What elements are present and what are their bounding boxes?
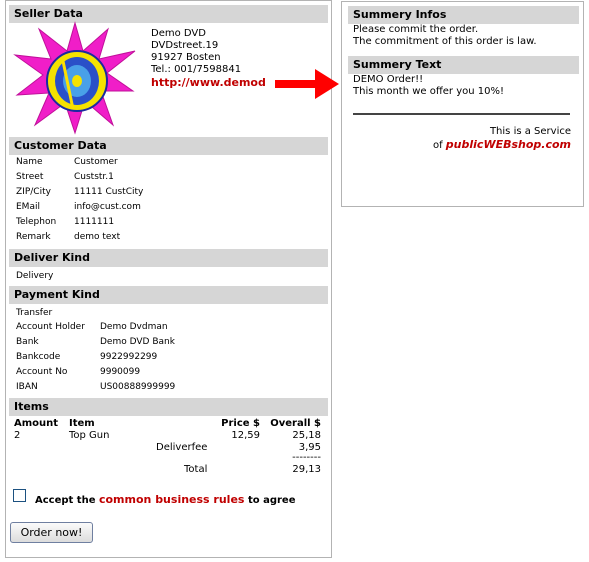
order-now-button[interactable]: Order now! <box>10 522 93 543</box>
customer-label: Telephon <box>16 217 57 227</box>
payment-value: US00888999999 <box>100 382 176 392</box>
seller-website-link[interactable]: http://www.demod <box>151 76 266 89</box>
payment-label: Bank <box>16 337 39 347</box>
summary-line-1: Please commit the order. <box>353 24 479 35</box>
service-line: This is a Service <box>489 126 571 137</box>
business-rules-link[interactable]: common business rules <box>99 493 245 506</box>
customer-value: 1111111 <box>74 217 115 227</box>
seller-street: DVDstreet.19 <box>151 40 219 51</box>
col-amount: Amount <box>14 418 59 429</box>
deliver-value: Delivery <box>16 271 54 281</box>
accept-rules-checkbox[interactable] <box>13 489 26 502</box>
summary-line-2: The commitment of this order is law. <box>353 36 537 47</box>
payment-value: 9922992299 <box>100 352 158 362</box>
accept-post: to agree <box>247 495 296 506</box>
table-row: EMail info@cust.com <box>16 202 143 217</box>
item-amount: 2 <box>14 430 21 441</box>
accept-rules-text: Accept the common business rules to agre… <box>35 493 296 506</box>
table-row: Remark demo text <box>16 232 143 247</box>
summary-text-header: Summery Text <box>348 56 579 74</box>
shop-logo-starburst-icon <box>13 21 136 135</box>
arrow-right-icon <box>275 69 339 99</box>
payment-value: Demo Dvdman <box>100 322 168 332</box>
payment-table: Account Holder Demo Dvdman Bank Demo DVD B… <box>16 322 175 397</box>
total-value: 29,13 <box>292 464 321 475</box>
col-price: Price $ <box>221 418 260 429</box>
payment-type: Transfer <box>16 308 53 318</box>
payment-label: IBAN <box>16 382 38 392</box>
payment-label: Bankcode <box>16 352 61 362</box>
service-of: of <box>432 140 443 151</box>
col-overall: Overall $ <box>270 418 321 429</box>
total-label: Total <box>184 464 208 475</box>
seller-name: Demo DVD <box>151 28 206 39</box>
table-row: IBAN US00888999999 <box>16 382 175 397</box>
publicwebshop-link[interactable]: publicWEBshop.com <box>446 138 571 151</box>
summary-text-line-1: DEMO Order!! <box>353 74 424 85</box>
customer-value: Customer <box>74 157 118 167</box>
table-row: Bank Demo DVD Bank <box>16 337 175 352</box>
payment-label: Account Holder <box>16 322 85 332</box>
payment-header: Payment Kind <box>9 286 328 304</box>
item-overall: 25,18 <box>292 430 321 441</box>
customer-label: Name <box>16 157 43 167</box>
customer-header: Customer Data <box>9 137 328 155</box>
customer-label: Street <box>16 172 44 182</box>
payment-value: Demo DVD Bank <box>100 337 175 347</box>
payment-value: 9990099 <box>100 367 141 377</box>
payment-label: Account No <box>16 367 68 377</box>
table-row: Name Customer <box>16 157 143 172</box>
table-row: Bankcode 9922992299 <box>16 352 175 367</box>
items-header: Items <box>9 398 328 416</box>
customer-label: EMail <box>16 202 40 212</box>
table-row: Account No 9990099 <box>16 367 175 382</box>
summary-header: Summery Infos <box>348 6 579 24</box>
sum-divider: -------- <box>292 452 321 463</box>
customer-label: Remark <box>16 232 51 242</box>
divider <box>353 113 570 115</box>
customer-label: ZIP/City <box>16 187 51 197</box>
table-row: ZIP/City 11111 CustCity <box>16 187 143 202</box>
customer-table: Name Customer Street Custstr.1 ZIP/City 111… <box>16 157 143 247</box>
customer-value: info@cust.com <box>74 202 141 212</box>
summary-panel: Summery Infos Please commit the order. T… <box>341 1 584 207</box>
table-row: Street Custstr.1 <box>16 172 143 187</box>
customer-value: 11111 CustCity <box>74 187 144 197</box>
service-by-line: of publicWEBshop.com <box>433 138 571 151</box>
seller-tel: Tel.: 001/7598841 <box>151 64 242 75</box>
deliverfee-label: Deliverfee <box>156 442 208 453</box>
seller-city: 91927 Bosten <box>151 52 221 63</box>
customer-value: Custstr.1 <box>74 172 114 182</box>
accept-pre: Accept the <box>35 495 96 506</box>
deliver-header: Deliver Kind <box>9 249 328 267</box>
col-item: Item <box>69 418 95 429</box>
customer-value: demo text <box>74 232 121 242</box>
table-row: Telephon 1111111 <box>16 217 143 232</box>
item-name: Top Gun <box>69 430 110 441</box>
table-row: Account Holder Demo Dvdman <box>16 322 175 337</box>
summary-text-line-2: This month we offer you 10%! <box>353 86 504 97</box>
item-price: 12,59 <box>231 430 260 441</box>
